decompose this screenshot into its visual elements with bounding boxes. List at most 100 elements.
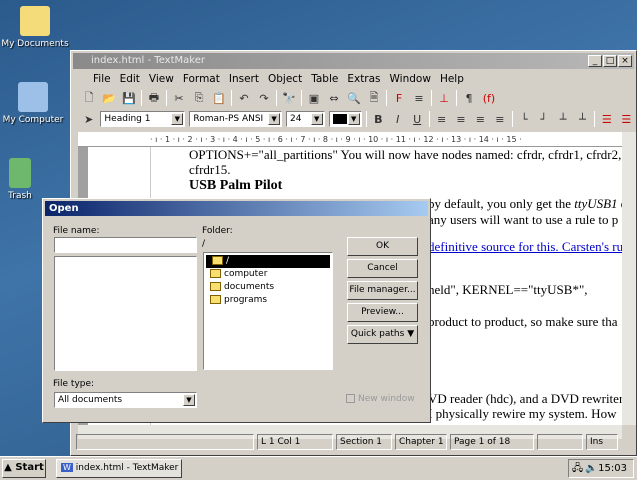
heading: USB Palm Pilot bbox=[189, 178, 283, 193]
size-select[interactable]: 24 ▼ bbox=[286, 111, 325, 127]
textmaker-icon: W bbox=[61, 463, 73, 472]
maximize-button[interactable]: □ bbox=[603, 55, 617, 67]
start-button[interactable]: ▲ Start bbox=[2, 459, 46, 478]
zoom-100-icon[interactable]: ▣ bbox=[306, 90, 322, 106]
vertical-scrollbar[interactable] bbox=[622, 132, 636, 425]
cancel-button[interactable]: Cancel bbox=[347, 259, 418, 278]
folder-item[interactable]: / bbox=[206, 255, 330, 268]
folder-icon bbox=[210, 269, 221, 278]
new-icon[interactable]: 🗋 bbox=[81, 90, 97, 106]
bold-icon[interactable]: B bbox=[371, 111, 386, 127]
folder-list[interactable]: / computer documents programs bbox=[203, 252, 333, 370]
system-tray: 🖧 🔈 15:03 bbox=[568, 459, 634, 478]
tab-right-icon[interactable]: ┘ bbox=[536, 111, 551, 127]
standard-toolbar: 🗋 📂 💾 🖶 ✂ ⎘ 📋 ↶ ↷ 🔭 ▣ ⇔ 🔍 🗎 F ≡ ⊥ ¶ (f) bbox=[73, 88, 634, 108]
tab-center-icon[interactable]: ┴ bbox=[555, 111, 570, 127]
tab-left-icon[interactable]: └ bbox=[517, 111, 532, 127]
align-center-icon[interactable]: ≡ bbox=[473, 111, 488, 127]
chevron-down-icon: ▼ bbox=[347, 113, 360, 125]
preview-icon[interactable]: 🗎 bbox=[366, 90, 382, 106]
status-bar: L 1 Col 1 Section 1 Chapter 1 Page 1 of … bbox=[72, 432, 634, 452]
taskbar-item-textmaker[interactable]: W index.html - TextMaker bbox=[56, 459, 182, 478]
file-name-input[interactable] bbox=[54, 237, 197, 253]
print-icon[interactable]: 🖶 bbox=[146, 90, 162, 106]
chevron-down-icon: ▼ bbox=[407, 329, 415, 339]
menu-help[interactable]: Help bbox=[440, 73, 464, 85]
format-toolbar: ➤ Heading 1 ▼ Roman-PS ANSI ▼ 24 ▼ ▼ BIU ≡ ≡… bbox=[73, 109, 634, 129]
dialog-title: Open bbox=[45, 201, 428, 216]
chevron-down-icon: ▼ bbox=[310, 113, 323, 125]
chevron-down-icon: ▼ bbox=[183, 394, 195, 406]
file-type-select[interactable]: All documents ▼ bbox=[54, 392, 197, 408]
menu-window[interactable]: Window bbox=[390, 73, 431, 85]
folder-icon bbox=[210, 295, 221, 304]
paste-icon[interactable]: 📋 bbox=[211, 90, 227, 106]
page-width-icon[interactable]: ⇔ bbox=[326, 90, 342, 106]
file-manager-button[interactable]: File manager... bbox=[347, 281, 418, 300]
tab-decimal-icon[interactable]: ┴ bbox=[575, 111, 590, 127]
open-icon[interactable]: 📂 bbox=[101, 90, 117, 106]
italic-icon[interactable]: I bbox=[390, 111, 405, 127]
underline-icon[interactable]: U bbox=[409, 111, 424, 127]
save-icon[interactable]: 💾 bbox=[121, 90, 137, 106]
menu-view[interactable]: View bbox=[149, 73, 174, 85]
folder-item[interactable]: documents bbox=[204, 281, 332, 294]
font-select[interactable]: Roman-PS ANSI ▼ bbox=[189, 111, 283, 127]
chevron-down-icon: ▼ bbox=[171, 113, 184, 125]
undo-icon[interactable]: ↶ bbox=[236, 90, 252, 106]
folder-icon bbox=[20, 6, 50, 36]
color-select[interactable]: ▼ bbox=[328, 111, 362, 127]
menu-edit[interactable]: Edit bbox=[120, 73, 140, 85]
title-bar[interactable]: index.html - TextMaker _ □ × bbox=[73, 53, 634, 69]
clock: 15:03 bbox=[598, 463, 627, 474]
ok-button[interactable]: OK bbox=[347, 237, 418, 256]
menu-file[interactable]: File bbox=[93, 73, 111, 85]
menu-insert[interactable]: Insert bbox=[229, 73, 259, 85]
desktop-icon-my-documents[interactable]: My Documents bbox=[0, 6, 70, 49]
taskbar: ▲ Start W index.html - TextMaker 🖧 🔈 15:03 bbox=[0, 456, 637, 480]
formula-icon[interactable]: (f) bbox=[481, 90, 497, 106]
numbering-icon[interactable]: ☰ bbox=[619, 111, 634, 127]
style-select[interactable]: Heading 1 ▼ bbox=[100, 111, 186, 127]
zoom-icon[interactable]: 🔍 bbox=[346, 90, 362, 106]
copy-icon[interactable]: ⎘ bbox=[191, 90, 207, 106]
trash-icon bbox=[9, 158, 31, 188]
field-icon[interactable]: F bbox=[391, 90, 407, 106]
close-button[interactable]: × bbox=[618, 55, 632, 67]
find-icon[interactable]: 🔭 bbox=[281, 90, 297, 106]
ruler[interactable]: · ı · 1 · ı · 2 · ı · 3 · ı · 4 · ı · 5 … bbox=[78, 132, 622, 147]
folder-item[interactable]: programs bbox=[204, 294, 332, 307]
bullets-icon[interactable]: ☰ bbox=[599, 111, 614, 127]
desktop-icon-trash[interactable]: Trash bbox=[0, 158, 48, 201]
desktop-icon-my-computer[interactable]: My Computer bbox=[0, 82, 68, 125]
pointer-icon[interactable]: ➤ bbox=[81, 111, 96, 127]
justify-icon[interactable]: ≡ bbox=[492, 111, 507, 127]
menu-bar: File Edit View Format Insert Object Tabl… bbox=[73, 70, 634, 88]
computer-icon bbox=[18, 82, 48, 112]
menu-extras[interactable]: Extras bbox=[347, 73, 380, 85]
doc-link[interactable]: definitive source for this. Carsten's ru bbox=[428, 239, 622, 255]
folder-item[interactable]: computer bbox=[204, 268, 332, 281]
page-break-icon[interactable]: ⊥ bbox=[436, 90, 452, 106]
folder-icon bbox=[210, 282, 221, 291]
menu-table[interactable]: Table bbox=[311, 73, 338, 85]
pilcrow-icon[interactable]: ¶ bbox=[461, 90, 477, 106]
menu-object[interactable]: Object bbox=[268, 73, 302, 85]
chevron-down-icon: ▼ bbox=[268, 113, 281, 125]
align-right-icon[interactable]: ≡ bbox=[453, 111, 468, 127]
minimize-button[interactable]: _ bbox=[588, 55, 602, 67]
cut-icon[interactable]: ✂ bbox=[171, 90, 187, 106]
redo-icon[interactable]: ↷ bbox=[256, 90, 272, 106]
quick-paths-button[interactable]: Quick paths ▼ bbox=[347, 325, 418, 344]
align-icon[interactable]: ≡ bbox=[411, 90, 427, 106]
open-folder-icon bbox=[212, 256, 223, 265]
volume-icon: 🔈 bbox=[585, 463, 598, 474]
new-window-checkbox[interactable]: New window bbox=[346, 394, 415, 404]
align-left-icon[interactable]: ≡ bbox=[434, 111, 449, 127]
network-icon: 🖧 bbox=[572, 463, 584, 474]
tux-icon: ▲ bbox=[4, 462, 12, 473]
file-list[interactable] bbox=[54, 256, 197, 371]
open-dialog: Open File name: Folder: / / computer doc… bbox=[42, 198, 431, 423]
menu-format[interactable]: Format bbox=[183, 73, 220, 85]
preview-button[interactable]: Preview... bbox=[347, 303, 418, 322]
